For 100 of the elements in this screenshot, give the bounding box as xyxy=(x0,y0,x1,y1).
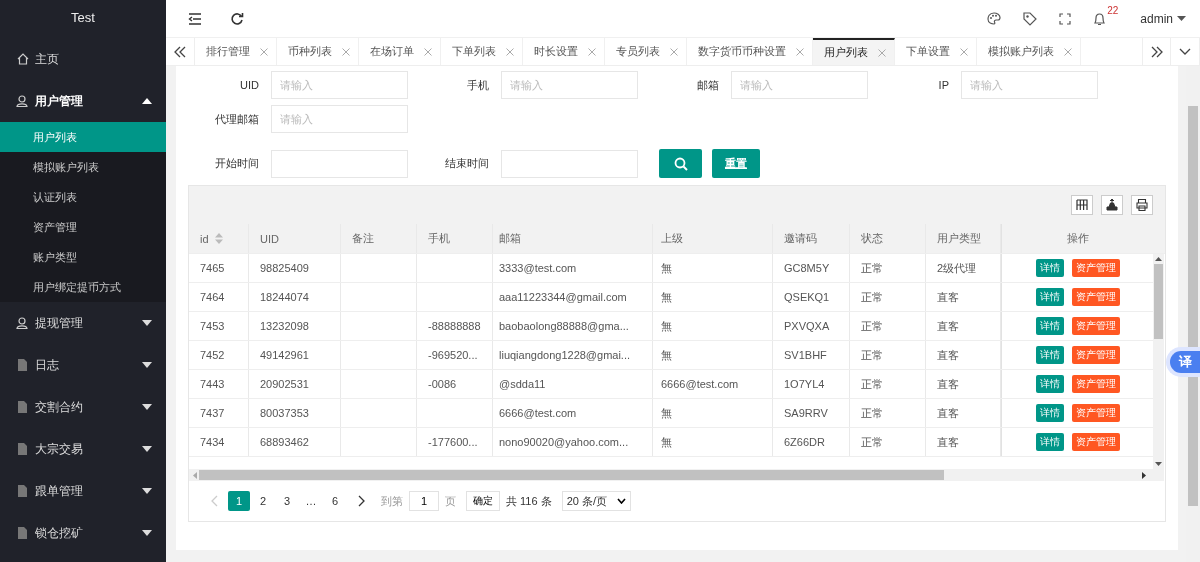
table-cell: 3333@test.com xyxy=(493,254,653,282)
column-header: 状态 xyxy=(850,224,926,253)
input-field[interactable] xyxy=(501,149,638,178)
table-cell: 7443 xyxy=(189,370,249,398)
close-icon[interactable] xyxy=(670,47,678,56)
table-cell: 2级代理 xyxy=(926,254,1001,282)
details-button[interactable]: 详情 xyxy=(1035,317,1064,335)
nav-subitem[interactable]: 用户列表 xyxy=(0,122,166,152)
chevron-left-icon[interactable] xyxy=(211,495,218,507)
page-input[interactable]: 1 xyxy=(409,491,439,511)
details-button[interactable]: 详情 xyxy=(1035,375,1064,393)
nav-item[interactable]: 日志 xyxy=(0,344,166,386)
tab[interactable]: 下单设置 xyxy=(895,38,977,65)
details-button[interactable]: 详情 xyxy=(1035,288,1064,306)
tab[interactable]: 用户列表 xyxy=(813,38,895,65)
nav-subitem[interactable]: 模拟账户列表 xyxy=(0,152,166,182)
close-icon[interactable] xyxy=(506,47,514,56)
reset-button[interactable]: 重置 xyxy=(712,149,760,178)
close-icon[interactable] xyxy=(260,47,268,56)
tab[interactable]: 排行管理 xyxy=(195,38,277,65)
details-button[interactable]: 详情 xyxy=(1035,433,1064,451)
sort-icon[interactable] xyxy=(214,233,223,244)
table-cell: -0086 xyxy=(417,370,493,398)
input-field[interactable] xyxy=(271,149,408,178)
logo-text: Test xyxy=(70,9,96,27)
fullscreen-icon[interactable] xyxy=(1059,12,1072,25)
nav-item[interactable]: 锁仓挖矿 xyxy=(0,512,166,554)
chevron-right-icon[interactable] xyxy=(358,495,365,507)
input-field[interactable]: 请输入 xyxy=(271,105,408,133)
double-left-icon[interactable] xyxy=(174,45,186,58)
double-right-icon[interactable] xyxy=(1150,45,1163,58)
nav-item[interactable]: 跟单管理 xyxy=(0,470,166,512)
nav-item[interactable]: 大宗交易 xyxy=(0,428,166,470)
table-cell: 7452 xyxy=(189,341,249,369)
details-button[interactable]: 详情 xyxy=(1035,346,1064,364)
user-icon xyxy=(16,316,29,330)
columns-icon[interactable] xyxy=(1071,195,1093,215)
input-field[interactable]: 请输入 xyxy=(501,71,638,99)
close-icon[interactable] xyxy=(424,47,432,56)
caret-icon xyxy=(142,320,152,326)
print-icon[interactable] xyxy=(1131,195,1153,215)
page-button[interactable]: … xyxy=(300,491,322,511)
table-cell: 6Z66DR xyxy=(773,428,850,456)
page-button[interactable]: 3 xyxy=(276,491,298,511)
page-size-select[interactable]: 20 条/页 xyxy=(561,491,631,511)
column-header[interactable]: id xyxy=(189,224,249,253)
menu-icon[interactable] xyxy=(188,12,202,25)
tab[interactable]: 币种列表 xyxy=(277,38,359,65)
scrollbar[interactable] xyxy=(1153,254,1164,469)
page-button[interactable]: 2 xyxy=(252,491,274,511)
table-cell: 無 xyxy=(653,312,773,340)
arrow-right-icon xyxy=(1142,471,1146,479)
search-button[interactable] xyxy=(659,149,702,178)
nav-item[interactable]: 主页 xyxy=(0,38,166,80)
chevron-down-icon[interactable] xyxy=(1179,48,1191,55)
bell-icon[interactable] xyxy=(1093,11,1107,26)
close-icon[interactable] xyxy=(960,47,968,56)
input-field[interactable]: 请输入 xyxy=(961,71,1098,99)
table-cell: PXVQXA xyxy=(773,312,850,340)
field-label: IP xyxy=(937,79,950,91)
nav-subitem[interactable]: 认证列表 xyxy=(0,182,166,212)
nav-item[interactable]: 提现管理 xyxy=(0,302,166,344)
nav-item[interactable]: 用户管理 xyxy=(0,80,166,122)
tab[interactable]: 在场订单 xyxy=(359,38,441,65)
tag-icon[interactable] xyxy=(1023,11,1038,26)
column-header: 备注 xyxy=(341,224,417,253)
tab[interactable]: 专员列表 xyxy=(605,38,687,65)
table-cell: 正常 xyxy=(850,283,926,311)
close-icon[interactable] xyxy=(342,47,350,56)
table-cell: SA9RRV xyxy=(773,399,850,427)
input-field[interactable]: 请输入 xyxy=(271,71,408,99)
nav-subitem[interactable]: 资产管理 xyxy=(0,212,166,242)
scrollbar[interactable] xyxy=(189,469,1164,481)
translate-button[interactable]: 译 xyxy=(1166,347,1200,377)
nav-subitem[interactable]: 用户绑定提币方式 xyxy=(0,272,166,302)
page-button[interactable]: 1 xyxy=(228,491,250,511)
close-icon[interactable] xyxy=(796,47,804,56)
tab[interactable]: 时长设置 xyxy=(523,38,605,65)
tab[interactable]: 下单列表 xyxy=(441,38,523,65)
page-button[interactable]: 6 xyxy=(324,491,346,511)
tab[interactable]: 模拟账户列表 xyxy=(977,38,1081,65)
input-field[interactable]: 请输入 xyxy=(731,71,868,99)
close-icon[interactable] xyxy=(1064,47,1072,56)
table-cell: -177600... xyxy=(417,428,493,456)
user-menu[interactable]: admin xyxy=(1140,11,1186,26)
table-cell: SV1BHF xyxy=(773,341,850,369)
close-icon[interactable] xyxy=(588,47,596,56)
nav-item[interactable]: 交割合约 xyxy=(0,386,166,428)
details-button[interactable]: 详情 xyxy=(1035,259,1064,277)
user-icon xyxy=(16,94,29,108)
table-cell: -969520... xyxy=(417,341,493,369)
chevron-down-icon xyxy=(617,498,626,504)
palette-icon[interactable] xyxy=(987,12,1002,25)
close-icon[interactable] xyxy=(878,48,886,57)
refresh-icon[interactable] xyxy=(230,11,244,26)
export-icon[interactable] xyxy=(1101,195,1123,215)
field-label: 邮箱 xyxy=(696,77,720,93)
details-button[interactable]: 详情 xyxy=(1035,404,1064,422)
confirm-button[interactable]: 确定 xyxy=(466,491,500,511)
nav-subitem[interactable]: 账户类型 xyxy=(0,242,166,272)
